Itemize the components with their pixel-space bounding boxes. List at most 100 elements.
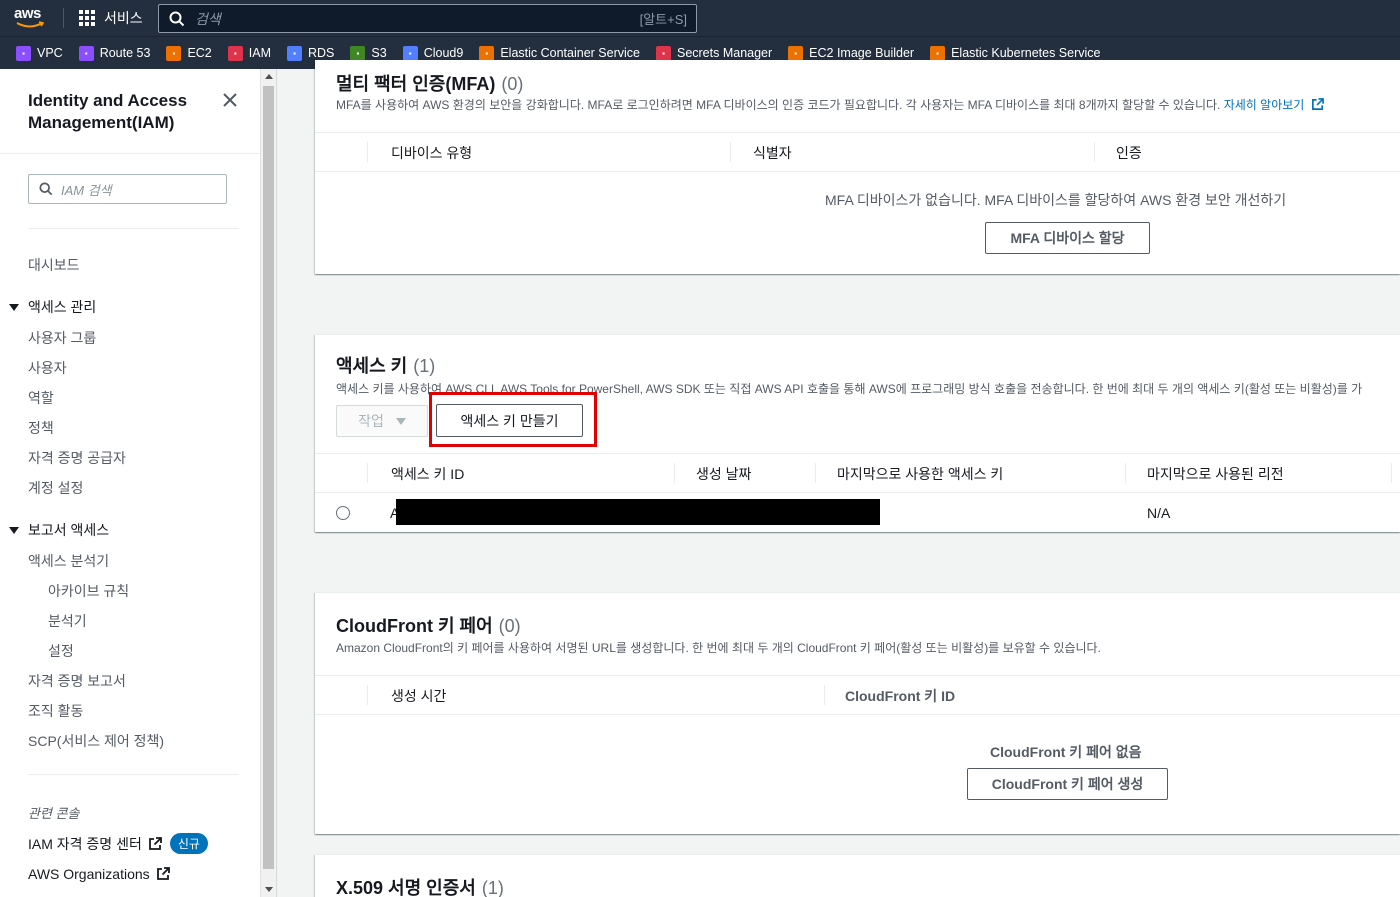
last-region-cell: N/A	[1147, 505, 1171, 521]
sidebar-item-analyzers[interactable]: 분석기	[48, 611, 87, 631]
identity-center-label: IAM 자격 증명 센터	[28, 835, 142, 852]
ec2-icon: ▪	[166, 45, 182, 61]
mfa-empty-text: MFA 디바이스가 없습니다. MFA 디바이스를 할당하여 AWS 환경 보안…	[825, 192, 1287, 208]
column-header-last-used[interactable]: 마지막으로 사용한 액세스 키	[837, 464, 1003, 484]
external-link-icon	[1311, 98, 1324, 110]
scroll-down-arrow-icon[interactable]	[265, 887, 273, 892]
mfa-panel: 멀티 팩터 인증(MFA) (0) MFA를 사용하여 AWS 환경의 보안을 강…	[315, 60, 1400, 274]
sidebar-divider	[28, 228, 239, 229]
sidebar-item-organization-activity[interactable]: 조직 활동	[28, 701, 83, 721]
learn-more-text: 자세히 알아보기	[1223, 98, 1305, 112]
secrets-manager-icon: ▪	[655, 45, 671, 61]
global-search-input[interactable]: 검색 [알트+S]	[158, 4, 697, 33]
s3-icon: ▪	[350, 45, 366, 61]
column-header-created[interactable]: 생성 날짜	[696, 464, 751, 484]
sidebar-section-access-management[interactable]: 액세스 관리	[9, 297, 96, 317]
favorite-vpc[interactable]: ▪ VPC	[16, 45, 63, 61]
favorite-secrets-manager[interactable]: ▪ Secrets Manager	[655, 45, 772, 61]
column-header-last-region[interactable]: 마지막으로 사용된 리전	[1147, 464, 1284, 484]
sidebar-item-roles[interactable]: 역할	[28, 388, 54, 408]
column-header-cloudfront-key-id[interactable]: CloudFront 키 ID	[845, 686, 955, 706]
access-keys-panel: 액세스 키 (1) 액세스 키를 사용하여 AWS CLI, AWS Tools …	[315, 334, 1400, 532]
sidebar-divider	[28, 774, 239, 775]
sidebar-item-dashboard[interactable]: 대시보드	[28, 255, 80, 275]
favorite-route53[interactable]: ▪ Route 53	[78, 45, 150, 61]
favorite-image-builder[interactable]: ▪ EC2 Image Builder	[788, 45, 914, 61]
x509-count: (1)	[481, 878, 504, 897]
column-header-identifier[interactable]: 식별자	[753, 143, 792, 163]
create-cloudfront-key-pair-button[interactable]: CloudFront 키 페어 생성	[967, 768, 1168, 800]
services-menu-button[interactable]: 서비스	[79, 7, 143, 29]
mfa-table-header: 디바이스 유형 식별자 인증	[315, 132, 1400, 172]
table-row[interactable]: A N/A	[315, 493, 1400, 533]
row-radio-button[interactable]	[336, 506, 350, 520]
sidebar-item-user-groups[interactable]: 사용자 그룹	[28, 328, 96, 348]
favorite-ec2[interactable]: ▪ EC2	[166, 45, 212, 61]
mfa-description-text: MFA를 사용하여 AWS 환경의 보안을 강화합니다. MFA로 로그인하려면…	[336, 98, 1221, 112]
sidebar-item-scp[interactable]: SCP(서비스 제어 정책)	[28, 731, 164, 751]
column-separator	[730, 142, 731, 162]
actions-dropdown-button[interactable]: 작업	[336, 405, 428, 437]
sidebar-item-access-analyzer[interactable]: 액세스 분석기	[28, 551, 109, 571]
column-separator	[815, 463, 816, 483]
cloudfront-description: Amazon CloudFront의 키 페어를 사용하여 서명된 URL를 생…	[336, 641, 1101, 655]
scrollbar-thumb[interactable]	[263, 86, 274, 869]
sidebar-divider	[0, 153, 260, 154]
top-navigation-bar: aws 서비스 검색 [알트+S]	[0, 0, 1400, 36]
favorite-label: Elastic Kubernetes Service	[951, 46, 1101, 60]
search-placeholder: 검색	[195, 10, 221, 27]
redaction-bar	[396, 499, 880, 525]
organizations-link[interactable]: AWS Organizations	[28, 866, 170, 882]
access-keys-table-header: 액세스 키 ID 생성 날짜 마지막으로 사용한 액세스 키 마지막으로 사용된…	[315, 453, 1400, 493]
cloudfront-count: (0)	[498, 616, 521, 636]
column-header-certification[interactable]: 인증	[1116, 143, 1142, 163]
access-keys-title-text: 액세스 키	[336, 356, 408, 376]
favorite-label: EC2	[187, 46, 212, 60]
cloudfront-empty-text: CloudFront 키 페어 없음	[990, 744, 1142, 760]
create-access-key-button[interactable]: 액세스 키 만들기	[436, 404, 583, 437]
sidebar-item-users[interactable]: 사용자	[28, 358, 67, 378]
external-link-icon	[156, 867, 170, 880]
grid-icon	[79, 10, 95, 26]
x509-title-text: X.509 서명 인증서	[336, 878, 476, 897]
sidebar-scrollbar[interactable]	[260, 69, 276, 897]
favorite-s3[interactable]: ▪ S3	[350, 45, 387, 61]
learn-more-link[interactable]: 자세히 알아보기	[1224, 98, 1324, 112]
column-header-access-key-id[interactable]: 액세스 키 ID	[391, 464, 464, 484]
search-shortcut: [알트+S]	[639, 12, 687, 27]
favorite-rds[interactable]: ▪ RDS	[287, 45, 334, 61]
sidebar-item-account-settings[interactable]: 계정 설정	[28, 478, 83, 498]
organizations-label: AWS Organizations	[28, 866, 150, 882]
assign-mfa-device-button[interactable]: MFA 디바이스 할당	[985, 222, 1150, 254]
sidebar-title: Identity and Access Management(IAM)	[28, 91, 188, 132]
iam-icon: ▪	[227, 45, 243, 61]
close-icon[interactable]	[221, 91, 239, 109]
eks-icon: ▪	[930, 45, 946, 61]
favorite-eks[interactable]: ▪ Elastic Kubernetes Service	[930, 45, 1101, 61]
sidebar-item-identity-providers[interactable]: 자격 증명 공급자	[28, 448, 126, 468]
column-header-device-type[interactable]: 디바이스 유형	[391, 143, 472, 163]
sidebar-item-analyzer-settings[interactable]: 설정	[48, 641, 74, 661]
sidebar-item-archive-rules[interactable]: 아카이브 규칙	[48, 581, 129, 601]
search-icon	[169, 11, 185, 26]
favorite-label: VPC	[37, 46, 63, 60]
sidebar-section-access-reports[interactable]: 보고서 액세스	[9, 520, 109, 540]
column-separator	[824, 685, 825, 705]
sidebar-item-credential-report[interactable]: 자격 증명 보고서	[28, 671, 126, 691]
favorite-cloud9[interactable]: ▪ Cloud9	[402, 45, 463, 61]
sidebar: Identity and Access Management(IAM) IAM …	[0, 69, 260, 897]
column-separator	[367, 685, 368, 705]
mfa-title: 멀티 팩터 인증(MFA) (0)	[336, 70, 523, 96]
sidebar-search-input[interactable]: IAM 검색	[28, 174, 227, 204]
favorite-iam[interactable]: ▪ IAM	[227, 45, 271, 61]
identity-center-link[interactable]: IAM 자격 증명 센터 신규	[28, 833, 208, 854]
sidebar-border	[276, 69, 277, 897]
aws-logo[interactable]: aws	[14, 4, 48, 32]
image-builder-icon: ▪	[788, 45, 804, 61]
nav-divider	[63, 8, 64, 28]
section-label: 보고서 액세스	[28, 522, 110, 538]
scroll-up-arrow-icon[interactable]	[265, 74, 273, 79]
column-header-created-time[interactable]: 생성 시간	[391, 686, 446, 706]
favorite-ecs[interactable]: ▪ Elastic Container Service	[479, 45, 640, 61]
sidebar-item-policies[interactable]: 정책	[28, 418, 54, 438]
